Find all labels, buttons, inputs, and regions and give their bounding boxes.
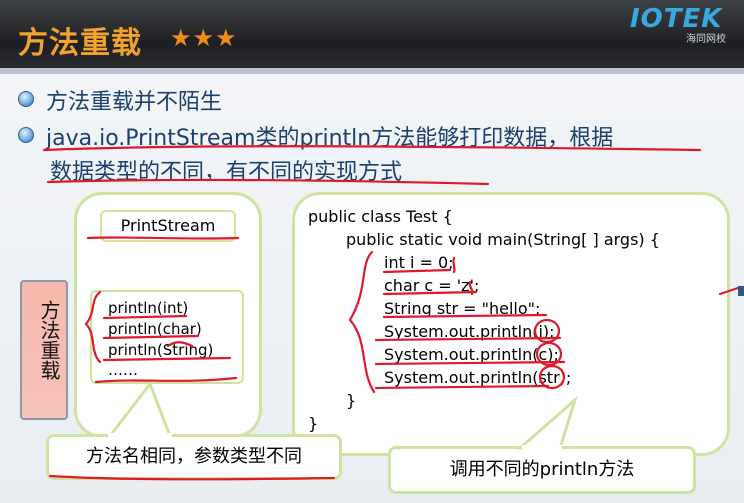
code-line: } — [346, 391, 357, 410]
overload-tag-label: 方法重载 — [37, 300, 61, 380]
code-line: } — [308, 414, 319, 433]
code-line: String str = "hello"; — [384, 299, 541, 318]
code-line: System.out.println(c); — [384, 345, 559, 364]
class-name-box: PrintStream — [100, 210, 236, 242]
callout-same-name: 方法名相同，参数类型不同 — [46, 434, 342, 480]
bullet-dot-icon — [18, 91, 34, 107]
bullet-item-2: java.io.PrintStream类的println方法能够打印数据，根据 — [18, 120, 613, 152]
code-line: int i = 0; — [384, 253, 454, 272]
difficulty-stars-icon: ★★★ — [170, 24, 238, 52]
bullet-text-line2: 数据类型的不同，有不同的实现方式 — [50, 160, 403, 185]
pen-cursor-icon — [738, 286, 744, 296]
bullet-text: 方法重载并不陌生 — [46, 90, 223, 115]
method-item: …… — [108, 361, 138, 379]
code-line: public static void main(String[ ] args) … — [346, 230, 660, 249]
bullet-text-line1: java.io.PrintStream类的println方法能够打印数据，根据 — [46, 126, 614, 151]
code-line: char c = 'z'; — [384, 276, 480, 295]
method-item: println(char) — [108, 320, 202, 338]
iotek-logo: IOTEK 海同网校 — [628, 4, 738, 45]
logo-subtitle: 海同网校 — [686, 34, 726, 45]
bullet-item-1: 方法重载并不陌生 — [18, 84, 222, 116]
slide-title: 方法重载 — [18, 26, 142, 61]
code-line: System.out.println(str); — [384, 368, 572, 387]
code-line: System.out.println(i); — [384, 322, 555, 341]
code-line: public class Test { — [308, 207, 453, 226]
bullet-dot-icon — [18, 127, 34, 143]
method-item: println(int) — [108, 299, 189, 317]
title-bar-divider — [0, 68, 744, 74]
method-item: println(String) — [108, 341, 214, 359]
callout-different-println: 调用不同的println方法 — [388, 446, 696, 494]
